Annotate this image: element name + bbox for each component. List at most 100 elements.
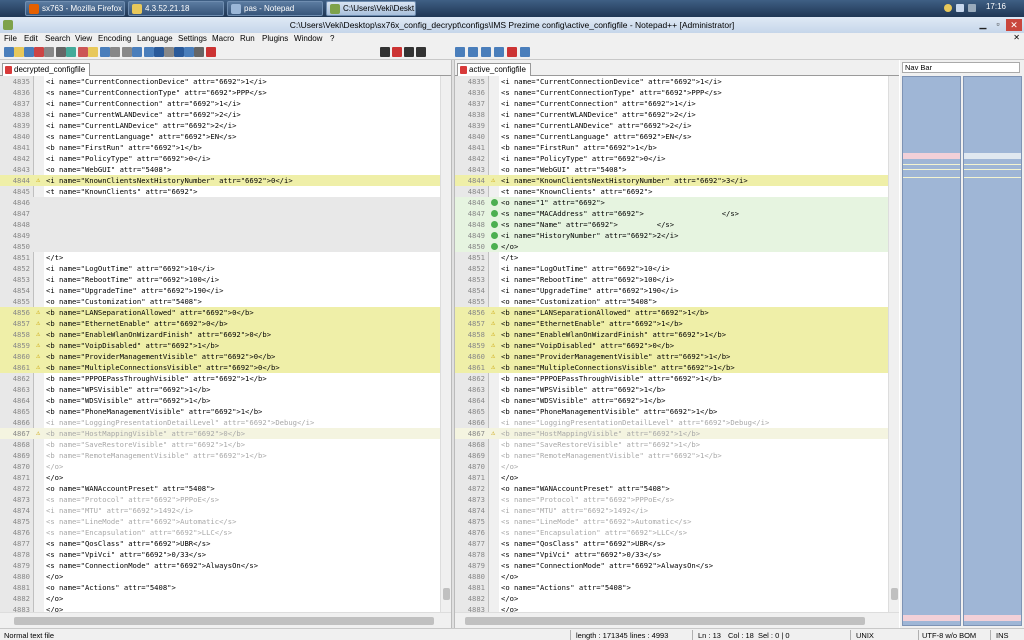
code-line[interactable]: 4872 <o name="WANAccountPreset" attr="540…: [0, 483, 451, 494]
code-line[interactable]: 4877 <s name="QosClass" attr="6692">UBR</…: [455, 538, 899, 549]
code-line[interactable]: 4842 <i name="PolicyType" attr="6692">0</…: [455, 153, 899, 164]
toolbar-button-icon[interactable]: [392, 47, 402, 57]
code-line[interactable]: 4844 ⚠ <i name="KnownClientsNextHistoryNum…: [0, 175, 451, 186]
code-line[interactable]: 4861 ⚠ <b name="MultipleConnectionsVisible…: [455, 362, 899, 373]
code-line[interactable]: 4855 <o name="Customization" attr="5408">: [455, 296, 899, 307]
toolbar-button-icon[interactable]: [34, 47, 44, 57]
code-line[interactable]: 4879 <s name="ConnectionMode" attr="6692"…: [0, 560, 451, 571]
toolbar-button-icon[interactable]: [380, 47, 390, 57]
maximize-button[interactable]: ▫: [991, 19, 1005, 31]
taskbar-firefox[interactable]: sx763 - Mozilla Firefox: [25, 1, 125, 16]
menu-window[interactable]: Window: [294, 34, 322, 43]
code-line[interactable]: 4883 </o>: [455, 604, 899, 612]
code-line[interactable]: 4858 ⚠ <b name="EnableWlanOnWizardFinish" …: [455, 329, 899, 340]
code-line[interactable]: 4852 <i name="LogOutTime" attr="6692">10<…: [455, 263, 899, 274]
toolbar-button-icon[interactable]: [468, 47, 478, 57]
code-line[interactable]: 4865 <b name="PhoneManagementVisible" att…: [455, 406, 899, 417]
code-line[interactable]: 4846 <o name="1" attr="6692">: [455, 197, 899, 208]
code-line[interactable]: 4845 <t name="KnownClients" attr="6692">: [0, 186, 451, 197]
code-line[interactable]: 4860 ⚠ <b name="ProviderManagementVisible"…: [0, 351, 451, 362]
code-line[interactable]: 4841 <b name="FirstRun" attr="6692">1</b>: [0, 142, 451, 153]
menu-help[interactable]: ?: [330, 34, 334, 43]
code-line[interactable]: 4839 <i name="CurrentLANDevice" attr="669…: [455, 120, 899, 131]
code-line[interactable]: 4866 <i name="LoggingPresentationDetailLe…: [455, 417, 899, 428]
toolbar-button-icon[interactable]: [100, 47, 110, 57]
code-line[interactable]: 4850 </o>: [455, 241, 899, 252]
code-line[interactable]: 4856 ⚠ <b name="LANSeparationAllowed" attr…: [455, 307, 899, 318]
toolbar-button-icon[interactable]: [144, 47, 154, 57]
code-line[interactable]: 4849 <i name="HistoryNumber" attr="6692">…: [455, 230, 899, 241]
menu-view[interactable]: View: [75, 34, 92, 43]
code-line[interactable]: 4835 <i name="CurrentConnectionDevice" at…: [455, 76, 899, 87]
toolbar-button-icon[interactable]: [520, 47, 530, 57]
code-line[interactable]: 4862 <b name="PPPOEPassThroughVisible" at…: [455, 373, 899, 384]
code-line[interactable]: 4867 ⚠ <b name="HostMappingVisible" attr="…: [0, 428, 451, 439]
code-line[interactable]: 4843 <o name="WebGUI" attr="5408">: [455, 164, 899, 175]
scroll-thumb[interactable]: [443, 588, 450, 600]
toolbar-button-icon[interactable]: [481, 47, 491, 57]
window-titlebar[interactable]: C:\Users\Veki\Desktop\sx76x_config_decry…: [0, 17, 1024, 33]
code-line[interactable]: 4879 <s name="ConnectionMode" attr="6692"…: [455, 560, 899, 571]
code-line[interactable]: 4863 <b name="WPSVisible" attr="6692">1</…: [455, 384, 899, 395]
tab-decrypted-configfile[interactable]: decrypted_configfile: [2, 63, 91, 76]
code-line[interactable]: 4853 <i name="RebootTime" attr="6692">100…: [0, 274, 451, 285]
menu-settings[interactable]: Settings: [178, 34, 207, 43]
toolbar-button-icon[interactable]: [4, 47, 14, 57]
code-line[interactable]: 4839 <i name="CurrentLANDevice" attr="669…: [0, 120, 451, 131]
code-line[interactable]: 4843 <o name="WebGUI" attr="5408">: [0, 164, 451, 175]
code-line[interactable]: 4841 <b name="FirstRun" attr="6692">1</b>: [455, 142, 899, 153]
right-vertical-scrollbar[interactable]: [888, 76, 899, 612]
code-line[interactable]: 4849: [0, 230, 451, 241]
toolbar-button-icon[interactable]: [404, 47, 414, 57]
code-line[interactable]: 4851 </t>: [0, 252, 451, 263]
code-line[interactable]: 4880 </o>: [0, 571, 451, 582]
code-line[interactable]: 4873 <s name="Protocol" attr="6692">PPPoE…: [0, 494, 451, 505]
toolbar-button-icon[interactable]: [14, 47, 24, 57]
tray-icon[interactable]: [968, 4, 976, 12]
code-line[interactable]: 4862 <b name="PPPOEPassThroughVisible" at…: [0, 373, 451, 384]
left-code-area[interactable]: 4835 <i name="CurrentConnectionDevice" at…: [0, 76, 451, 612]
code-line[interactable]: 4880 </o>: [455, 571, 899, 582]
menu-run[interactable]: Run: [240, 34, 255, 43]
taskbar-notepadpp[interactable]: C:\Users\Veki\Deskt...: [326, 1, 416, 16]
toolbar-button-icon[interactable]: [184, 47, 194, 57]
toolbar-button-icon[interactable]: [164, 47, 174, 57]
toolbar-button-icon[interactable]: [88, 47, 98, 57]
toolbar-button-icon[interactable]: [56, 47, 66, 57]
code-line[interactable]: 4864 <b name="WDSVisible" attr="6692">1</…: [455, 395, 899, 406]
taskbar-pas-notepad[interactable]: pas - Notepad: [227, 1, 323, 16]
code-line[interactable]: 4855 <o name="Customization" attr="5408">: [0, 296, 451, 307]
code-line[interactable]: 4858 ⚠ <b name="EnableWlanOnWizardFinish" …: [0, 329, 451, 340]
code-line[interactable]: 4867 ⚠ <b name="HostMappingVisible" attr="…: [455, 428, 899, 439]
menu-plugins[interactable]: Plugins: [262, 34, 288, 43]
toolbar-button-icon[interactable]: [122, 47, 132, 57]
toolbar-button-icon[interactable]: [78, 47, 88, 57]
code-line[interactable]: 4878 <s name="VpiVci" attr="6692">0/33</s…: [455, 549, 899, 560]
menu-search[interactable]: Search: [45, 34, 70, 43]
code-line[interactable]: 4883 </o>: [0, 604, 451, 612]
menu-language[interactable]: Language: [137, 34, 173, 43]
scroll-thumb[interactable]: [465, 617, 865, 625]
right-horizontal-scrollbar[interactable]: [455, 612, 899, 628]
code-line[interactable]: 4875 <s name="LineMode" attr="6692">Autom…: [0, 516, 451, 527]
toolbar-button-icon[interactable]: [494, 47, 504, 57]
code-line[interactable]: 4865 <b name="PhoneManagementVisible" att…: [0, 406, 451, 417]
code-line[interactable]: 4848: [0, 219, 451, 230]
toolbar-button-icon[interactable]: [507, 47, 517, 57]
code-line[interactable]: 4866 <i name="LoggingPresentationDetailLe…: [0, 417, 451, 428]
menu-edit[interactable]: Edit: [24, 34, 38, 43]
code-line[interactable]: 4877 <s name="QosClass" attr="6692">UBR</…: [0, 538, 451, 549]
code-line[interactable]: 4859 ⚠ <b name="VoipDisabled" attr="6692">…: [455, 340, 899, 351]
menu-file[interactable]: File: [4, 34, 17, 43]
code-line[interactable]: 4871 </o>: [0, 472, 451, 483]
code-line[interactable]: 4870 </o>: [0, 461, 451, 472]
toolbar-button-icon[interactable]: [110, 47, 120, 57]
code-line[interactable]: 4860 ⚠ <b name="ProviderManagementVisible"…: [455, 351, 899, 362]
clock[interactable]: 17:16: [986, 2, 1006, 11]
code-line[interactable]: 4870 </o>: [455, 461, 899, 472]
minimize-button[interactable]: ▁: [976, 19, 990, 31]
toolbar-button-icon[interactable]: [194, 47, 204, 57]
code-line[interactable]: 4837 <i name="CurrentConnection" attr="66…: [0, 98, 451, 109]
toolbar-button-icon[interactable]: [24, 47, 34, 57]
code-line[interactable]: 4840 <s name="CurrentLanguage" attr="6692…: [0, 131, 451, 142]
